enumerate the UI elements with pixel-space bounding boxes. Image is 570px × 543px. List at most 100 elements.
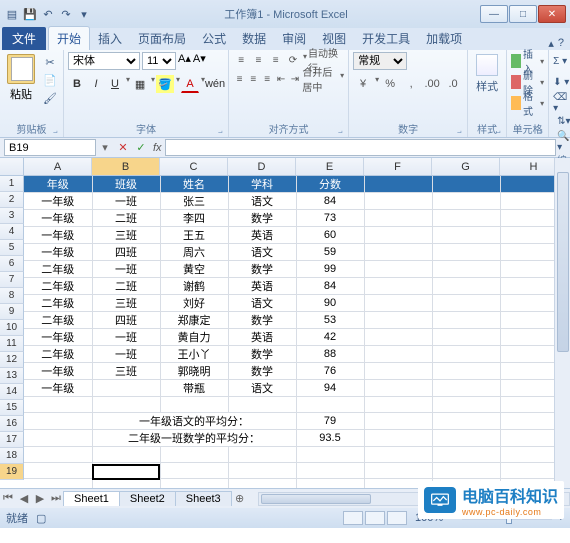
qat-more-icon[interactable]: ▾ [76,6,92,22]
number-format-select[interactable]: 常规 [353,52,407,70]
cell[interactable] [432,312,500,329]
cell[interactable]: 黄自力 [160,329,228,346]
cell[interactable]: 学科 [228,176,296,193]
align-center-icon[interactable]: ≡ [247,71,260,87]
grow-font-icon[interactable]: A▴ [178,52,191,70]
fill-color-icon[interactable]: 🪣 [156,75,174,93]
cell[interactable]: 语文 [228,380,296,397]
cell[interactable]: 三班 [92,363,160,380]
select-all-corner[interactable] [0,158,24,175]
formula-bar[interactable] [165,139,556,156]
cell[interactable]: 94 [296,380,364,397]
view-normal-icon[interactable] [343,511,363,525]
row-header[interactable]: 18 [0,448,24,464]
autosum-button[interactable]: Σ ▾ [553,52,567,70]
cell[interactable]: 张三 [160,193,228,210]
cell[interactable] [364,244,432,261]
row-header[interactable]: 14 [0,384,24,400]
cancel-icon[interactable]: ✕ [114,141,132,154]
cell[interactable] [364,227,432,244]
cell[interactable]: 88 [296,346,364,363]
minimize-button[interactable]: — [480,5,508,23]
bold-button[interactable]: B [68,75,86,93]
cell[interactable]: 99 [296,261,364,278]
col-header-f[interactable]: F [364,158,432,175]
save-icon[interactable]: 💾 [22,6,38,22]
cell[interactable]: 数学 [228,210,296,227]
cell[interactable] [432,261,500,278]
cell[interactable] [432,176,500,193]
align-middle-icon[interactable]: ≡ [250,52,266,68]
cell[interactable]: 刘好 [160,295,228,312]
cell[interactable] [24,479,92,489]
tab-nav-next-icon[interactable]: ▶ [32,492,48,505]
cell[interactable]: 二年级 [24,295,92,312]
cell[interactable]: 周六 [160,244,228,261]
italic-button[interactable]: I [87,75,105,93]
decrease-decimal-icon[interactable]: .0 [443,75,463,93]
cell[interactable]: 数学 [228,363,296,380]
cell[interactable]: 一班 [92,261,160,278]
vscroll-thumb[interactable] [557,172,569,352]
row-header[interactable]: 11 [0,336,24,352]
tab-data[interactable]: 数据 [234,27,274,50]
vertical-scrollbar[interactable] [554,158,570,488]
tab-pagelayout[interactable]: 页面布局 [130,27,194,50]
cell[interactable] [432,244,500,261]
cell[interactable] [432,193,500,210]
find-select-icon[interactable]: 🔍▾ [557,133,570,151]
cell[interactable]: 王小丫 [160,346,228,363]
cell[interactable] [160,479,228,489]
cell[interactable]: 三班 [92,295,160,312]
fx-icon[interactable]: fx [153,142,162,154]
row-header[interactable]: 2 [0,192,24,208]
cell[interactable] [92,479,160,489]
col-header-e[interactable]: E [296,158,364,175]
sheet-tab-2[interactable]: Sheet2 [119,491,176,506]
cell[interactable] [92,463,160,479]
enter-icon[interactable]: ✓ [132,141,150,154]
cell[interactable] [228,397,296,413]
cell[interactable] [432,295,500,312]
cell[interactable] [228,463,296,479]
col-header-c[interactable]: C [160,158,228,175]
maximize-button[interactable]: □ [509,5,537,23]
cell[interactable]: 一年级 [24,227,92,244]
shrink-font-icon[interactable]: A▾ [193,52,206,70]
cell[interactable]: 59 [296,244,364,261]
cell[interactable] [24,447,92,463]
file-tab[interactable]: 文件 [2,27,46,50]
cell[interactable] [364,346,432,363]
cell[interactable]: 数学 [228,261,296,278]
cell[interactable] [24,463,92,479]
cell[interactable]: 93.5 [296,430,364,447]
cell[interactable] [432,227,500,244]
cell[interactable]: 郭晓明 [160,363,228,380]
row-header[interactable]: 7 [0,272,24,288]
row-header[interactable]: 9 [0,304,24,320]
cell[interactable] [432,463,500,479]
cell[interactable]: 一年级语文的平均分： [92,413,296,430]
hscroll-thumb[interactable] [261,494,371,504]
cell[interactable]: 二班 [92,278,160,295]
cell[interactable] [432,447,500,463]
cell[interactable]: 一班 [92,193,160,210]
cell[interactable]: 一班 [92,346,160,363]
row-header[interactable]: 16 [0,416,24,432]
cell[interactable] [24,430,92,447]
cell[interactable] [364,295,432,312]
cell[interactable]: 四班 [92,312,160,329]
border-icon[interactable]: ▦ [131,75,149,93]
cell[interactable]: 二班 [92,210,160,227]
cell[interactable]: 黄空 [160,261,228,278]
cell[interactable]: 英语 [228,329,296,346]
cell[interactable] [296,463,364,479]
view-pagebreak-icon[interactable] [387,511,407,525]
cell[interactable]: 79 [296,413,364,430]
cell[interactable]: 英语 [228,227,296,244]
cell[interactable] [432,346,500,363]
orientation-icon[interactable]: ⟳ [285,52,301,68]
cell[interactable] [432,397,500,413]
row-header[interactable]: 19 [0,464,24,480]
cell[interactable] [364,447,432,463]
